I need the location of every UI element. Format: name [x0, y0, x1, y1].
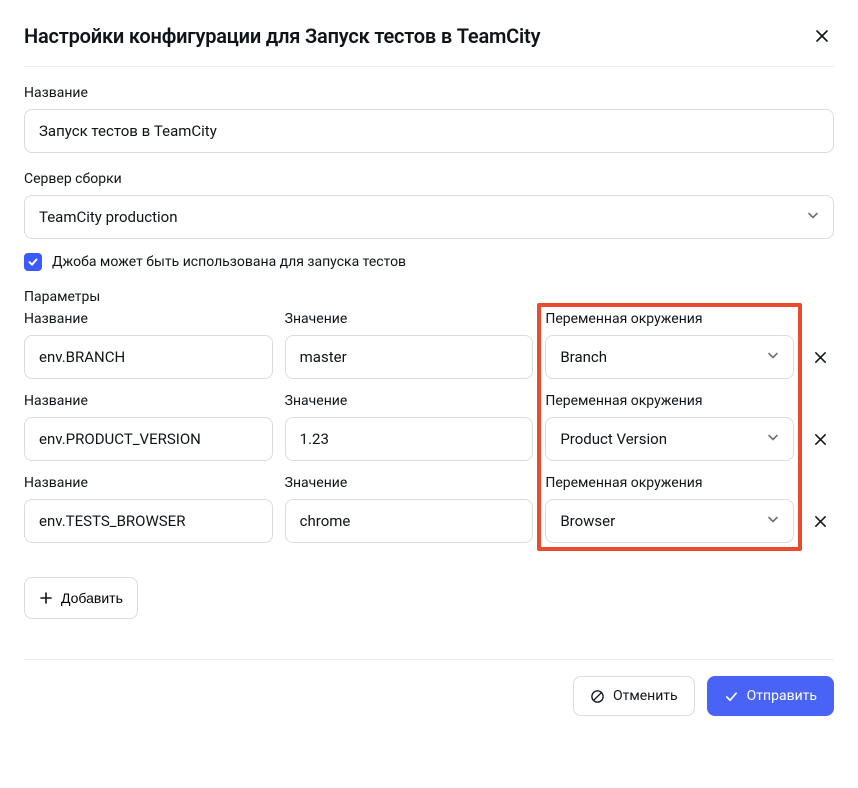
server-select[interactable] [24, 195, 834, 239]
server-label: Сервер сборки [24, 171, 834, 187]
add-param-button-label: Добавить [61, 590, 123, 606]
dialog-title: Настройки конфигурации для Запуск тестов… [24, 24, 540, 48]
submit-button[interactable]: Отправить [707, 676, 834, 716]
submit-button-label: Отправить [747, 688, 817, 704]
param-name-label: Название [24, 475, 273, 491]
param-env-select[interactable] [545, 499, 794, 543]
cancel-icon [590, 689, 605, 704]
close-icon [814, 28, 830, 44]
param-row: Название Значение Переменная окружения [24, 393, 834, 461]
param-remove-button[interactable] [806, 335, 834, 379]
param-value-input[interactable] [285, 499, 534, 543]
params-section-label: Параметры [24, 289, 834, 305]
close-icon [813, 514, 828, 529]
param-name-label: Название [24, 311, 273, 327]
param-value-label: Значение [285, 475, 534, 491]
param-row: Название Значение Переменная окружения [24, 475, 834, 543]
check-icon [27, 256, 39, 268]
param-name-label: Название [24, 393, 273, 409]
param-env-select[interactable] [545, 417, 794, 461]
add-param-button[interactable]: Добавить [24, 577, 138, 619]
param-env-label: Переменная окружения [545, 393, 794, 409]
param-remove-button[interactable] [806, 499, 834, 543]
param-value-input[interactable] [285, 417, 534, 461]
param-row: Название Значение Переменная окружения [24, 311, 834, 379]
cancel-button-label: Отменить [613, 688, 678, 704]
param-value-label: Значение [285, 311, 534, 327]
close-icon [813, 432, 828, 447]
name-label: Название [24, 85, 834, 101]
param-env-select[interactable] [545, 335, 794, 379]
close-dialog-button[interactable] [810, 24, 834, 48]
cancel-button[interactable]: Отменить [573, 676, 695, 716]
name-input[interactable] [24, 109, 834, 153]
job-tests-checkbox-label: Джоба может быть использована для запуск… [52, 254, 406, 270]
divider [24, 66, 834, 67]
check-icon [724, 689, 739, 704]
param-value-label: Значение [285, 393, 534, 409]
param-name-input[interactable] [24, 499, 273, 543]
param-env-label: Переменная окружения [545, 311, 794, 327]
divider [24, 659, 834, 660]
param-value-input[interactable] [285, 335, 534, 379]
param-name-input[interactable] [24, 417, 273, 461]
job-tests-checkbox[interactable] [24, 253, 42, 271]
param-name-input[interactable] [24, 335, 273, 379]
plus-icon [39, 591, 53, 605]
param-env-label: Переменная окружения [545, 475, 794, 491]
close-icon [813, 350, 828, 365]
param-remove-button[interactable] [806, 417, 834, 461]
